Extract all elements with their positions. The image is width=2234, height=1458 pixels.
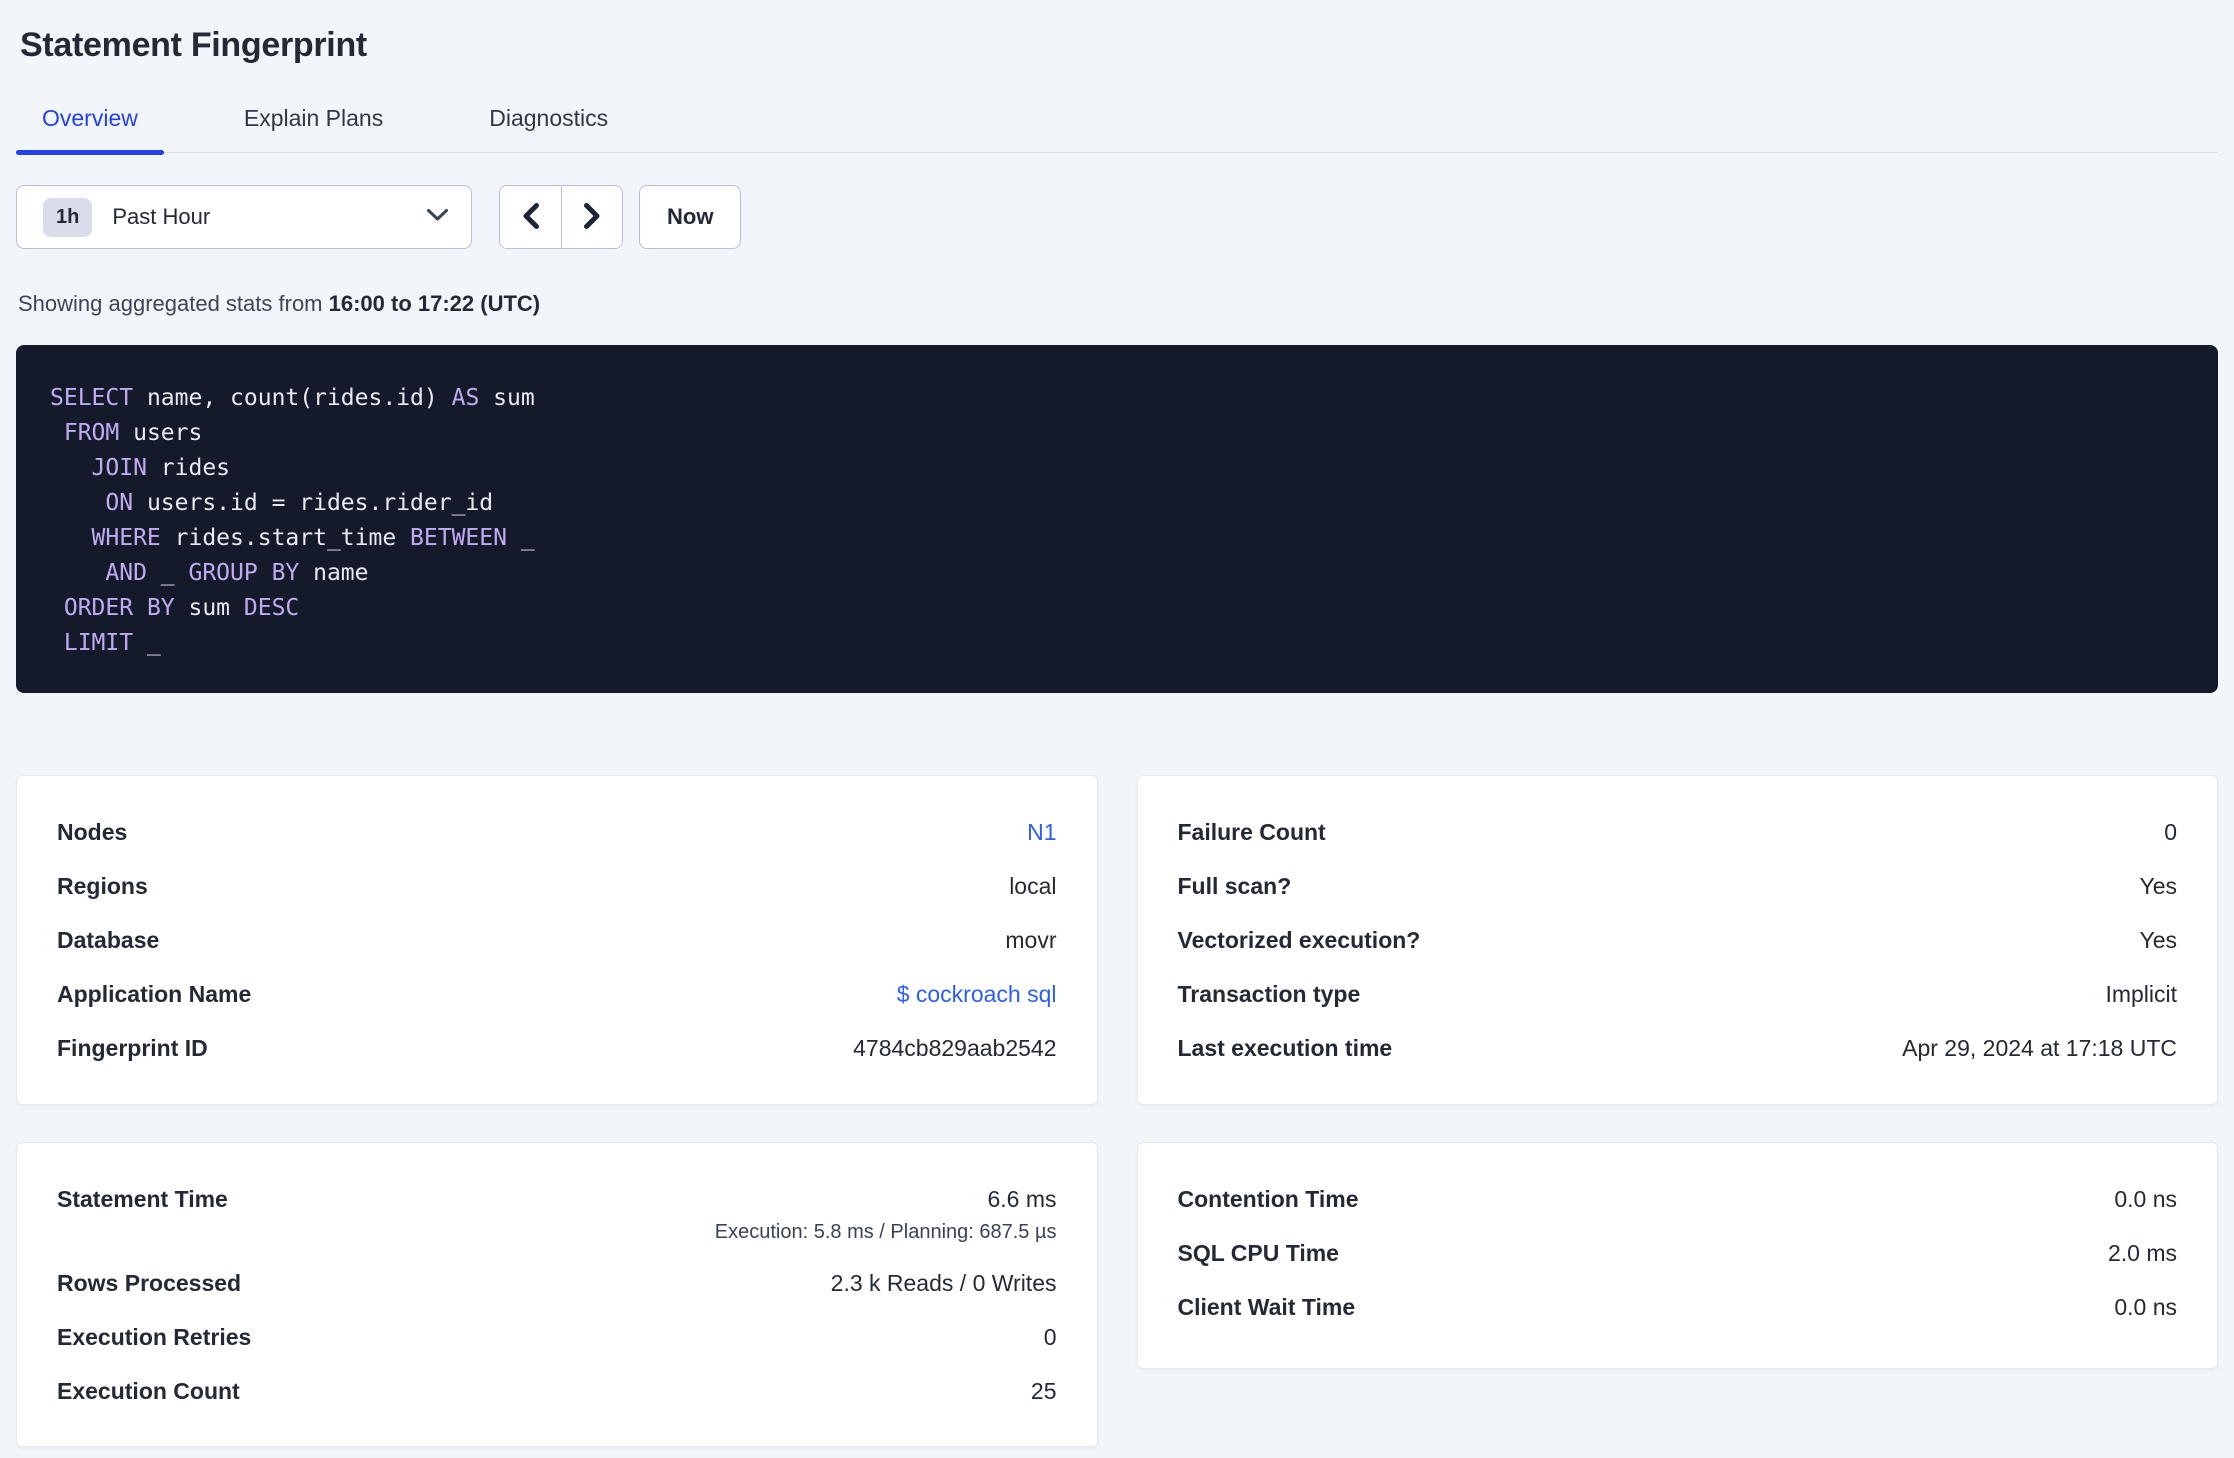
statement-time-values: 6.6 ms Execution: 5.8 ms / Planning: 687… — [715, 1183, 1057, 1246]
sql-line: SELECT name, count(rides.id) AS sum — [50, 385, 535, 411]
nodes-link[interactable]: N1 — [1027, 816, 1056, 849]
statement-stats-card: Statement Time 6.6 ms Execution: 5.8 ms … — [16, 1142, 1098, 1447]
table-row: Statement Time 6.6 ms Execution: 5.8 ms … — [57, 1183, 1057, 1246]
table-row: SQL CPU Time 2.0 ms — [1178, 1237, 2178, 1270]
tab-explain-plans[interactable]: Explain Plans — [218, 99, 409, 152]
cards-row-1: Nodes N1 Regions local Database movr App… — [16, 775, 2218, 1105]
row-label: Full scan? — [1177, 873, 1292, 899]
table-row: Execution Count 25 — [57, 1375, 1057, 1408]
caret-left-icon — [520, 201, 542, 234]
now-button[interactable]: Now — [639, 185, 742, 249]
table-row: Fingerprint ID 4784cb829aab2542 — [57, 1032, 1057, 1065]
sql-line: WHERE rides.start_time BETWEEN _ — [91, 525, 535, 551]
row-label: Nodes — [57, 819, 128, 845]
row-label: Regions — [57, 873, 148, 899]
row-label: Vectorized execution? — [1177, 927, 1421, 953]
row-label: Application Name — [57, 981, 252, 1007]
application-name-link[interactable]: $ cockroach sql — [897, 978, 1057, 1011]
row-value: 2.3 k Reads / 0 Writes — [830, 1270, 1057, 1296]
row-label: Fingerprint ID — [57, 1035, 208, 1061]
row-label: Execution Retries — [57, 1324, 252, 1350]
table-row: Transaction type Implicit — [1178, 978, 2178, 1011]
previous-interval-button[interactable] — [500, 186, 561, 248]
table-row: Nodes N1 — [57, 816, 1057, 849]
chevron-down-icon — [426, 208, 449, 227]
table-row: Contention Time 0.0 ns — [1178, 1183, 2178, 1216]
table-row: Client Wait Time 0.0 ns — [1178, 1291, 2178, 1324]
sql-line: LIMIT _ — [63, 630, 161, 656]
aggregated-stats-line: Showing aggregated stats from 16:00 to 1… — [18, 291, 2218, 317]
row-label: Transaction type — [1177, 981, 1361, 1007]
sql-line: ORDER BY sum DESC — [63, 595, 300, 621]
sql-line: FROM users — [63, 420, 203, 446]
sql-statement-box: SELECT name, count(rides.id) AS sum FROM… — [16, 345, 2218, 693]
row-value: Yes — [2139, 927, 2177, 953]
sql-line: JOIN rides — [91, 455, 231, 481]
row-value: 25 — [1030, 1378, 1057, 1404]
row-value: 6.6 ms — [987, 1186, 1057, 1212]
table-row: Rows Processed 2.3 k Reads / 0 Writes — [57, 1267, 1057, 1300]
page-header: Statement Fingerprint — [0, 0, 2234, 65]
tabs-bar: Overview Explain Plans Diagnostics — [16, 99, 2218, 155]
sql-line: ON users.id = rides.rider_id — [105, 490, 494, 516]
row-value: 0.0 ns — [2114, 1294, 2177, 1320]
stats-line-range: 16:00 to 17:22 (UTC) — [328, 291, 541, 316]
tab-overview[interactable]: Overview — [16, 99, 164, 155]
statement-time-breakdown: Execution: 5.8 ms / Planning: 687.5 µs — [714, 1221, 1057, 1243]
row-value: local — [1009, 873, 1057, 899]
row-value: movr — [1005, 927, 1057, 953]
row-value: 0 — [1043, 1324, 1057, 1350]
row-value: 4784cb829aab2542 — [853, 1035, 1057, 1061]
execution-attributes-card: Failure Count 0 Full scan? Yes Vectorize… — [1136, 775, 2218, 1105]
row-label: Last execution time — [1177, 1035, 1393, 1061]
row-label: SQL CPU Time — [1177, 1240, 1339, 1266]
tab-diagnostics[interactable]: Diagnostics — [463, 99, 634, 152]
page-title: Statement Fingerprint — [20, 26, 367, 64]
stats-line-prefix: Showing aggregated stats from — [18, 291, 329, 316]
sql-line: AND _ GROUP BY name — [105, 560, 369, 586]
row-label: Execution Count — [57, 1378, 240, 1404]
row-label: Contention Time — [1177, 1186, 1359, 1212]
time-controls: 1h Past Hour Now — [16, 185, 2218, 249]
table-row: Execution Retries 0 — [57, 1321, 1057, 1354]
time-range-label: Past Hour — [112, 204, 211, 229]
row-label: Failure Count — [1177, 819, 1326, 845]
time-nav-group — [499, 185, 623, 249]
row-value: Implicit — [2105, 981, 2177, 1007]
table-row: Vectorized execution? Yes — [1178, 924, 2178, 957]
row-value: Yes — [2139, 873, 2177, 899]
row-label: Statement Time — [57, 1186, 228, 1212]
table-row: Last execution time Apr 29, 2024 at 17:1… — [1178, 1032, 2178, 1065]
cards-row-2: Statement Time 6.6 ms Execution: 5.8 ms … — [16, 1142, 2218, 1447]
next-interval-button[interactable] — [561, 186, 622, 248]
statement-details-card: Nodes N1 Regions local Database movr App… — [16, 775, 1098, 1105]
time-stats-card: Contention Time 0.0 ns SQL CPU Time 2.0 … — [1136, 1142, 2218, 1369]
table-row: Database movr — [57, 924, 1057, 957]
row-label: Database — [57, 927, 160, 953]
time-range-dropdown[interactable]: 1h Past Hour — [16, 185, 472, 249]
row-label: Rows Processed — [57, 1270, 242, 1296]
row-value: 0 — [2164, 819, 2177, 845]
row-value: Apr 29, 2024 at 17:18 UTC — [1902, 1035, 2177, 1061]
caret-right-icon — [581, 201, 603, 234]
row-value: 0.0 ns — [2114, 1186, 2177, 1212]
table-row: Regions local — [57, 870, 1057, 903]
row-value: 2.0 ms — [2107, 1240, 2177, 1266]
table-row: Application Name $ cockroach sql — [57, 978, 1057, 1011]
table-row: Failure Count 0 — [1178, 816, 2178, 849]
table-row: Full scan? Yes — [1178, 870, 2178, 903]
row-label: Client Wait Time — [1177, 1294, 1356, 1320]
time-range-badge: 1h — [43, 197, 93, 237]
